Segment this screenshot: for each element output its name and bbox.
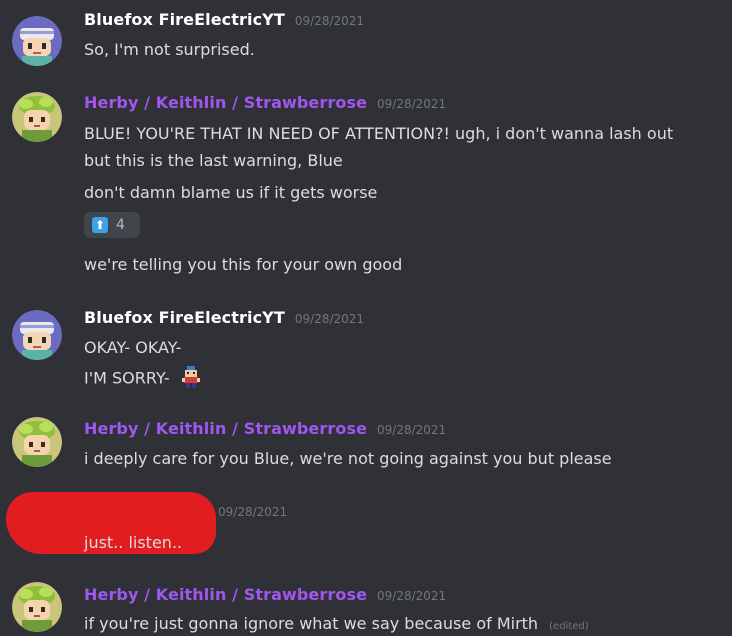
message-text-row: if you're just gonna ignore what we say … [84, 614, 589, 633]
message-text: we're telling you this for your own good [84, 255, 403, 274]
message-timestamp: 09/28/2021 [377, 589, 447, 603]
message-text: don't damn blame us if it gets worse [84, 183, 378, 202]
message-author[interactable]: Herby / Keithlin / Strawberrose [84, 419, 367, 438]
message-text: i deeply care for you Blue, we're not go… [84, 449, 612, 468]
edited-label: (edited) [549, 621, 589, 632]
herby-avatar[interactable] [12, 582, 62, 632]
message-timestamp: 09/28/2021 [218, 505, 288, 519]
pixel-character-emoji[interactable] [179, 366, 203, 392]
message-timestamp: 09/28/2021 [294, 312, 365, 326]
message-timestamp: 09/28/2021 [294, 14, 365, 28]
up-arrow-icon: ⬆ [92, 217, 108, 233]
message-text: but this is the last warning, Blue [84, 151, 343, 170]
message-text: just.. listen.. [84, 533, 183, 552]
message-author[interactable]: Bluefox FireElectricYT [84, 10, 285, 29]
reaction-chip[interactable]: ⬆ 4 [84, 212, 140, 238]
message-text-row: I'M SORRY- [84, 366, 203, 392]
message-text: BLUE! YOU'RE THAT IN NEED OF ATTENTION?!… [84, 124, 674, 143]
message-author[interactable]: Herby / Keithlin / Strawberrose [84, 93, 367, 112]
reaction-count: 4 [116, 217, 125, 233]
message-author[interactable]: Bluefox FireElectricYT [84, 308, 285, 327]
bluefox-avatar[interactable] [12, 16, 62, 66]
message-timestamp: 09/28/2021 [377, 97, 447, 111]
message-timestamp: 09/28/2021 [377, 423, 447, 437]
message-text: OKAY- OKAY- [84, 338, 182, 357]
message-text: I'M SORRY- [84, 368, 170, 388]
message-text: So, I'm not surprised. [84, 40, 255, 59]
message-text: if you're just gonna ignore what we say … [84, 614, 539, 633]
bluefox-avatar[interactable] [12, 310, 62, 360]
herby-avatar[interactable] [12, 417, 62, 467]
message-author[interactable]: Herby / Keithlin / Strawberrose [84, 585, 367, 604]
herby-avatar[interactable] [12, 92, 62, 142]
chat-message-list: Bluefox FireElectricYT 09/28/2021 So, I'… [0, 0, 732, 636]
